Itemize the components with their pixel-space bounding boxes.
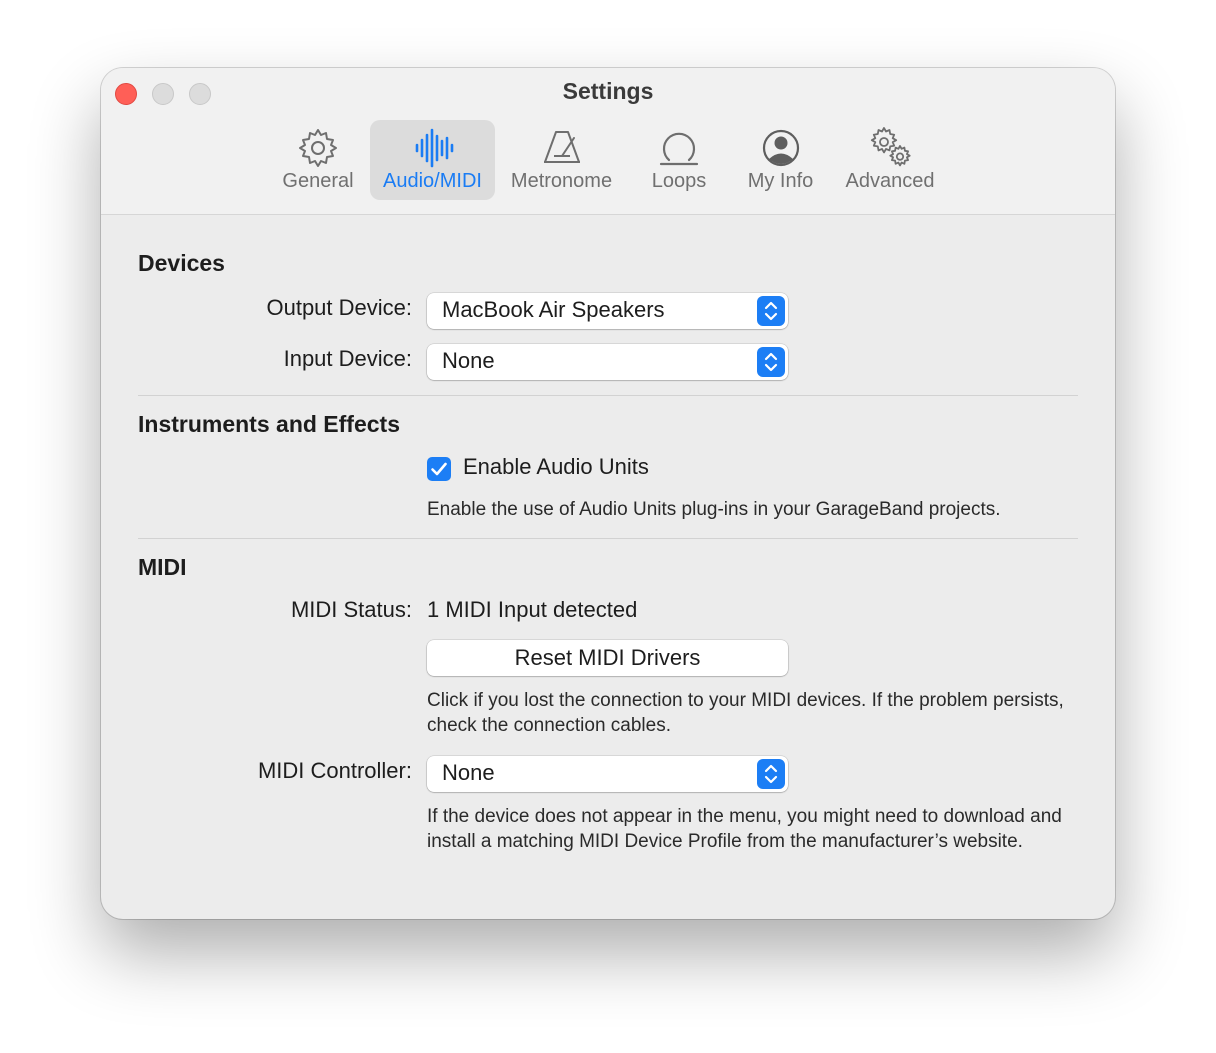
tab-audio-midi-label: Audio/MIDI bbox=[383, 170, 482, 192]
output-device-popup[interactable]: MacBook Air Speakers bbox=[427, 293, 788, 329]
section-divider bbox=[138, 395, 1078, 396]
tab-metronome[interactable]: Metronome bbox=[504, 120, 619, 200]
midi-section-title: MIDI bbox=[138, 554, 187, 580]
checkmark-icon bbox=[431, 462, 447, 476]
tab-my-info[interactable]: My Info bbox=[738, 120, 823, 200]
window-title: Settings bbox=[562, 78, 654, 104]
reset-midi-help-text: Click if you lost the connection to your… bbox=[427, 690, 1064, 736]
instruments-section-title: Instruments and Effects bbox=[138, 411, 400, 437]
chevron-up-down-icon bbox=[757, 347, 785, 377]
tab-general-label: General bbox=[282, 170, 354, 192]
settings-window: Settings General Audio/MIDI Metronome Lo… bbox=[101, 68, 1115, 919]
enable-audio-units-label[interactable]: Enable Audio Units bbox=[463, 454, 649, 480]
midi-controller-value: None bbox=[442, 760, 495, 785]
tab-loops[interactable]: Loops bbox=[639, 120, 719, 200]
input-device-popup[interactable]: None bbox=[427, 344, 788, 380]
person-circle-icon bbox=[762, 129, 799, 167]
chevron-up-down-icon bbox=[757, 296, 785, 326]
audio-units-help-text: Enable the use of Audio Units plug-ins i… bbox=[427, 499, 1001, 520]
output-device-value: MacBook Air Speakers bbox=[442, 297, 665, 322]
devices-section-title: Devices bbox=[138, 250, 225, 276]
midi-controller-help-text: If the device does not appear in the men… bbox=[427, 806, 1062, 852]
midi-controller-label: MIDI Controller: bbox=[257, 758, 412, 783]
midi-status-label: MIDI Status: bbox=[290, 597, 412, 622]
output-device-label: Output Device: bbox=[266, 295, 412, 320]
tab-loops-label: Loops bbox=[651, 170, 707, 192]
input-device-value: None bbox=[442, 348, 495, 373]
loop-icon bbox=[659, 132, 699, 166]
tab-my-info-label: My Info bbox=[747, 170, 814, 192]
enable-audio-units-checkbox[interactable] bbox=[427, 457, 451, 481]
tab-general[interactable]: General bbox=[273, 120, 363, 200]
title-bar-toolbar: Settings General Audio/MIDI Metronome Lo… bbox=[101, 68, 1115, 215]
gear-icon bbox=[299, 129, 337, 167]
gears-icon bbox=[870, 127, 911, 167]
tab-advanced[interactable]: Advanced bbox=[839, 120, 941, 200]
tab-metronome-label: Metronome bbox=[510, 170, 613, 192]
tab-advanced-label: Advanced bbox=[845, 170, 935, 192]
midi-status-value: 1 MIDI Input detected bbox=[427, 597, 638, 622]
reset-midi-drivers-button[interactable]: Reset MIDI Drivers bbox=[427, 640, 788, 676]
metronome-icon bbox=[543, 131, 580, 163]
section-divider bbox=[138, 538, 1078, 539]
input-device-label: Input Device: bbox=[283, 346, 412, 371]
chevron-up-down-icon bbox=[757, 759, 785, 789]
tab-audio-midi[interactable]: Audio/MIDI bbox=[370, 120, 495, 200]
desktop-background: Settings General Audio/MIDI Metronome Lo… bbox=[0, 0, 1216, 1053]
midi-controller-popup[interactable]: None bbox=[427, 756, 788, 792]
waveform-icon bbox=[415, 128, 453, 168]
